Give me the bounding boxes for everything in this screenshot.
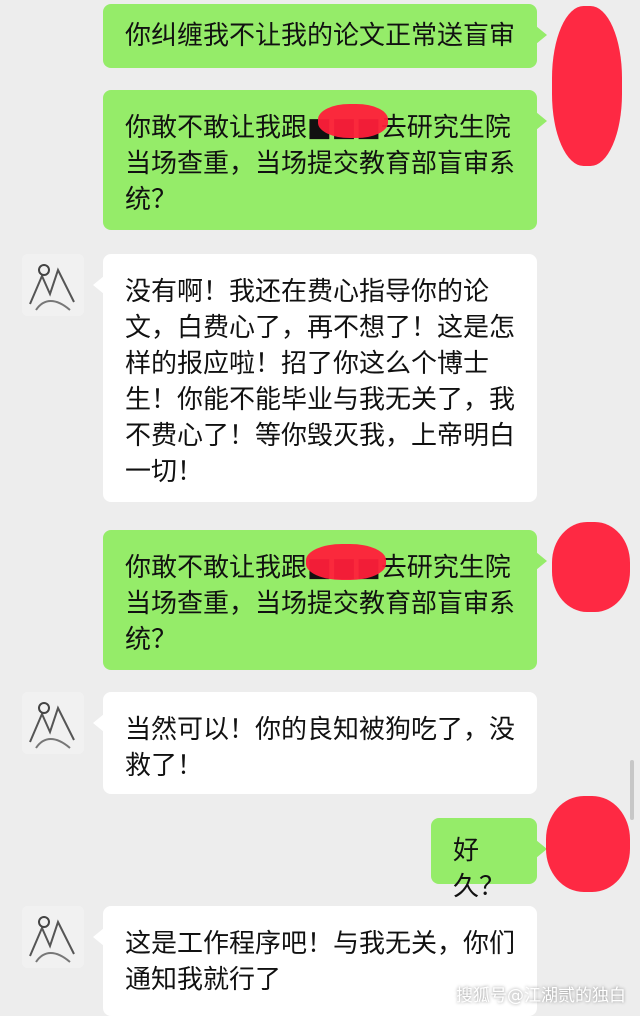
redacted-name [318, 104, 388, 138]
contact-avatar[interactable] [22, 254, 84, 316]
redacted-name [306, 544, 386, 580]
sketch-avatar-icon [22, 254, 84, 316]
incoming-message[interactable]: 没有啊！我还在费心指导你的论 文，白费心了，再不想了！这是怎 样的报应啦！招了你… [93, 254, 537, 502]
sketch-avatar-icon [22, 906, 84, 968]
redacted-avatar [546, 796, 630, 892]
watermark: 搜狐号@江湖贰的独白 [456, 986, 626, 1006]
redacted-avatar [552, 522, 630, 612]
incoming-message[interactable]: 当然可以！你的良知被狗吃了，没 救了！ [93, 692, 537, 794]
contact-avatar[interactable] [22, 692, 84, 754]
scrollbar[interactable] [630, 760, 634, 820]
sketch-avatar-icon [22, 692, 84, 754]
outgoing-message[interactable]: 你敢不敢让我跟■■■去研究生院 当场查重，当场提交教育部盲审系 统？ [103, 90, 547, 230]
outgoing-message[interactable]: 你纠缠我不让我的论文正常送盲审 [103, 4, 547, 68]
redacted-avatar [552, 6, 622, 166]
outgoing-message[interactable]: 好久？ [431, 818, 547, 902]
contact-avatar[interactable] [22, 906, 84, 968]
